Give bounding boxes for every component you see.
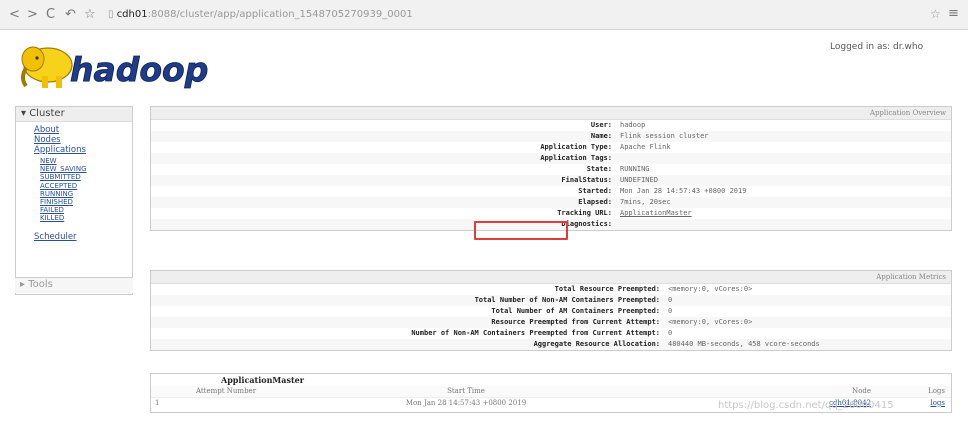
forward-icon[interactable]: > <box>27 7 38 22</box>
watermark: https://blog.csdn.net/qq_26000415 <box>718 400 894 411</box>
metrics-row: Total Resource Preempted: <memory:0, vCor… <box>554 285 753 293</box>
sidebar-link-nodes[interactable]: Nodes <box>34 135 132 145</box>
tracking-url-link[interactable]: ApplicationMaster <box>620 209 692 217</box>
sidebar-state-running[interactable]: RUNNING <box>40 190 132 198</box>
col-attempt-number[interactable]: Attempt Number <box>151 386 301 398</box>
overview-row-started: Started: Mon Jan 28 14:57:43 +0800 2019 <box>578 187 747 195</box>
logged-in-status: Logged in as: dr.who <box>830 42 924 52</box>
sidebar-tools-header[interactable]: ▸ Tools <box>15 277 133 293</box>
attempts-title: ApplicationMaster <box>221 375 304 385</box>
overview-row-elapsed: Elapsed: 7mins, 20sec <box>151 197 951 208</box>
metrics-panel: Application Metrics Total Resource Preem… <box>150 270 952 351</box>
sidebar-state-new[interactable]: NEW <box>40 157 132 165</box>
sidebar-link-about[interactable]: About <box>34 125 132 135</box>
sidebar-state-failed[interactable]: FAILED <box>40 206 132 214</box>
metrics-row: Resource Preempted from Current Attempt:… <box>151 317 951 328</box>
reload-icon[interactable]: C <box>46 7 55 22</box>
overview-title: Application Overview <box>151 107 951 120</box>
overview-row-state: State: RUNNING <box>586 165 650 173</box>
back-icon[interactable]: < <box>9 7 20 22</box>
overview-row-final-status: FinalStatus: UNDEFINED <box>151 175 951 186</box>
overview-row-app-tags: Application Tags: <box>151 153 951 164</box>
page-icon: ▯ <box>108 9 117 20</box>
overview-row-app-type: Application Type: Apache Flink <box>540 143 671 151</box>
sidebar-cluster-header[interactable]: ▾ Cluster <box>16 107 132 122</box>
sidebar-state-accepted[interactable]: ACCEPTED <box>40 182 132 190</box>
attempt-number: 1 <box>155 398 160 407</box>
metrics-row: Total Number of AM Containers Preempted:… <box>491 307 673 315</box>
overview-panel: Application Overview User: hadoop Name: Fl… <box>150 106 952 231</box>
overview-row-user: User: hadoop <box>590 121 646 129</box>
sidebar-link-scheduler[interactable]: Scheduler <box>34 232 132 242</box>
overview-row-tracking-url: Tracking URL: ApplicationMaster <box>557 209 692 217</box>
metrics-title: Application Metrics <box>151 271 951 284</box>
tracking-url-highlight <box>474 221 568 240</box>
sidebar-state-new-saving[interactable]: NEW_SAVING <box>40 165 132 173</box>
browser-toolbar: < > C ↶ ☆ ▯ cdh01:8088/cluster/app/appli… <box>0 0 968 30</box>
hadoop-logo: hadoop <box>21 46 209 89</box>
menu-icon[interactable]: ≡ <box>948 6 959 21</box>
url-path: :8088/cluster/app/application_1548705270… <box>147 9 413 20</box>
overview-row-name: Name: Flink session cluster <box>151 131 951 142</box>
metrics-row: Number of Non-AM Containers Preempted fr… <box>411 329 673 337</box>
col-node[interactable]: Node <box>631 386 871 398</box>
sidebar-state-finished[interactable]: FINISHED <box>40 198 132 206</box>
url-host: cdh01 <box>116 9 148 20</box>
col-start-time[interactable]: Start Time <box>301 386 631 398</box>
svg-text:hadoop: hadoop <box>70 50 208 89</box>
metrics-row: Total Number of Non-AM Containers Preemp… <box>151 295 951 306</box>
col-logs[interactable]: Logs <box>871 386 951 398</box>
elephant-icon <box>21 46 73 88</box>
sidebar: ▾ Cluster About Nodes Applications NEW N… <box>15 106 133 295</box>
address-bar[interactable]: ▯ cdh01:8088/cluster/app/application_154… <box>108 6 708 24</box>
bookmark-star-icon[interactable]: ☆ <box>84 7 96 22</box>
sidebar-state-submitted[interactable]: SUBMITTED <box>40 173 132 181</box>
metrics-row: Aggregate Resource Allocation: 480440 MB-… <box>151 339 951 350</box>
sidebar-link-applications[interactable]: Applications <box>34 145 132 155</box>
favorite-star-icon[interactable]: ☆ <box>930 7 941 21</box>
undo-icon[interactable]: ↶ <box>65 7 76 22</box>
sidebar-state-killed[interactable]: KILLED <box>40 214 132 222</box>
attempt-start-time: Mon Jan 28 14:57:43 +0800 2019 <box>405 398 527 407</box>
